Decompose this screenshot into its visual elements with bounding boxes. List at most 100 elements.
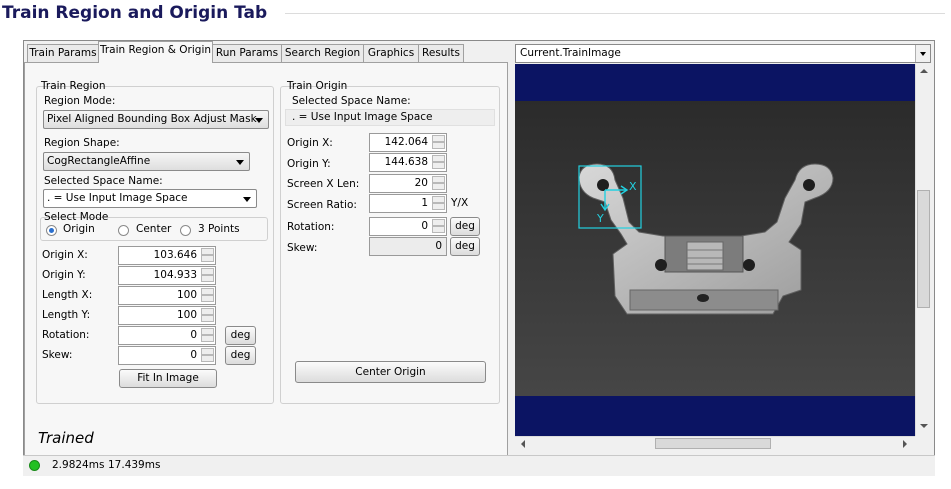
origin-rotation-value: 0	[421, 220, 428, 232]
origin-skew-deg-button[interactable]: deg	[450, 237, 480, 256]
spinner-arrows-icon[interactable]	[432, 176, 445, 191]
horizontal-scrollbar[interactable]	[515, 436, 915, 450]
status-time-2: 17.439ms	[108, 459, 161, 471]
chevron-down-icon	[243, 197, 251, 202]
selected-space-value: . = Use Input Image Space	[47, 192, 188, 204]
chevron-down-icon[interactable]	[915, 45, 930, 62]
train-region-group-label: Train Region	[41, 80, 106, 92]
tab-results[interactable]: Results	[418, 44, 464, 62]
screen-ratio-unit: Y/X	[451, 197, 469, 209]
screen-x-len-value: 20	[414, 177, 428, 189]
origin-rotation-field[interactable]: 0	[369, 217, 447, 236]
region-origin-y-label: Origin Y:	[42, 269, 86, 281]
screen-x-len-label: Screen X Len:	[287, 178, 360, 190]
origin-y-label: Origin Y:	[287, 158, 331, 170]
origin-skew-field: 0	[369, 237, 447, 256]
vertical-scrollbar[interactable]	[915, 64, 931, 436]
region-skew-deg-button[interactable]: deg	[225, 346, 256, 365]
origin-space-readonly: . = Use Input Image Space	[285, 109, 495, 126]
origin-y-value: 144.638	[384, 156, 428, 168]
image-display[interactable]: X Y	[515, 64, 915, 436]
horizontal-scroll-thumb[interactable]	[655, 438, 771, 449]
origin-space-value: . = Use Input Image Space	[292, 111, 433, 123]
origin-radio[interactable]	[46, 225, 57, 236]
region-rotation-deg-button[interactable]: deg	[225, 326, 256, 345]
region-rotation-field[interactable]: 0	[118, 326, 216, 345]
region-origin-x-value: 103.646	[153, 249, 197, 261]
scroll-up-icon[interactable]	[920, 69, 928, 73]
region-skew-label: Skew:	[42, 349, 73, 361]
scroll-right-icon[interactable]	[903, 440, 907, 448]
spinner-arrows-icon[interactable]	[201, 268, 214, 283]
spinner-arrows-icon[interactable]	[201, 328, 214, 343]
origin-y-field[interactable]: 144.638	[369, 153, 447, 172]
screen-ratio-field[interactable]: 1	[369, 194, 447, 213]
spinner-arrows-icon[interactable]	[432, 155, 445, 170]
origin-rotation-label: Rotation:	[287, 221, 335, 233]
region-origin-x-field[interactable]: 103.646	[118, 246, 216, 265]
region-origin-x-label: Origin X:	[42, 249, 88, 261]
fit-in-image-button[interactable]: Fit In Image	[119, 369, 217, 388]
origin-x-value: 142.064	[384, 136, 428, 148]
origin-x-label: Origin X:	[287, 137, 333, 149]
origin-skew-label: Skew:	[287, 242, 318, 254]
length-y-field[interactable]: 100	[118, 306, 216, 325]
screen-ratio-label: Screen Ratio:	[287, 199, 357, 211]
title-divider	[285, 13, 945, 14]
center-radio[interactable]	[118, 225, 129, 236]
status-time-1: 2.9824ms	[52, 459, 105, 471]
spinner-arrows-icon[interactable]	[432, 196, 445, 211]
region-skew-field[interactable]: 0	[118, 346, 216, 365]
screen-x-len-field[interactable]: 20	[369, 174, 447, 193]
length-y-label: Length Y:	[42, 309, 91, 321]
spinner-arrows-icon[interactable]	[432, 219, 445, 234]
region-skew-value: 0	[190, 349, 197, 361]
axis-x-label: X	[629, 180, 637, 193]
image-selector[interactable]: Current.TrainImage	[515, 44, 931, 63]
region-rotation-label: Rotation:	[42, 329, 90, 341]
tab-graphics[interactable]: Graphics	[363, 44, 419, 62]
train-image: X Y	[515, 64, 915, 436]
spinner-arrows-icon[interactable]	[201, 348, 214, 363]
origin-rotation-deg-button[interactable]: deg	[450, 217, 480, 236]
length-x-field[interactable]: 100	[118, 286, 216, 305]
selected-space-label: Selected Space Name:	[44, 175, 163, 187]
region-rotation-value: 0	[190, 329, 197, 341]
origin-skew-value: 0	[435, 240, 442, 252]
center-radio-label: Center	[136, 223, 172, 235]
spinner-arrows-icon[interactable]	[201, 308, 214, 323]
status-indicator-icon	[29, 460, 40, 471]
region-mode-value: Pixel Aligned Bounding Box Adjust Mask	[47, 113, 257, 125]
spinner-arrows-icon[interactable]	[201, 248, 214, 263]
scroll-down-icon[interactable]	[920, 424, 928, 428]
three-points-radio[interactable]	[180, 225, 191, 236]
tab-train-region-origin[interactable]: Train Region & Origin	[98, 41, 213, 63]
three-points-radio-label: 3 Points	[198, 223, 240, 235]
origin-x-field[interactable]: 142.064	[369, 133, 447, 152]
spinner-arrows-icon[interactable]	[201, 288, 214, 303]
tab-run-params[interactable]: Run Params	[212, 44, 282, 62]
origin-radio-label: Origin	[63, 223, 95, 235]
spinner-arrows-icon[interactable]	[432, 135, 445, 150]
region-shape-select[interactable]: CogRectangleAffine	[43, 152, 250, 171]
status-bar: 2.9824ms 17.439ms	[23, 455, 935, 476]
region-mode-select[interactable]: Pixel Aligned Bounding Box Adjust Mask	[43, 110, 269, 129]
screen-ratio-value: 1	[421, 197, 428, 209]
region-mode-label: Region Mode:	[44, 95, 116, 107]
scroll-left-icon[interactable]	[521, 440, 525, 448]
selected-space-select[interactable]: . = Use Input Image Space	[43, 189, 257, 208]
page-title: Train Region and Origin Tab	[2, 3, 268, 23]
origin-space-label: Selected Space Name:	[292, 95, 411, 107]
image-selector-value: Current.TrainImage	[520, 47, 621, 59]
chevron-down-icon	[236, 160, 244, 165]
center-origin-button[interactable]: Center Origin	[295, 361, 486, 383]
train-origin-group-label: Train Origin	[287, 80, 348, 92]
vertical-scroll-thumb[interactable]	[917, 190, 930, 308]
tab-train-params[interactable]: Train Params	[27, 44, 99, 62]
region-origin-y-field[interactable]: 104.933	[118, 266, 216, 285]
trained-status: Trained	[38, 429, 94, 447]
axis-y-label: Y	[596, 212, 604, 225]
length-x-value: 100	[176, 289, 197, 301]
tab-search-region[interactable]: Search Region	[281, 44, 364, 62]
length-x-label: Length X:	[42, 289, 93, 301]
